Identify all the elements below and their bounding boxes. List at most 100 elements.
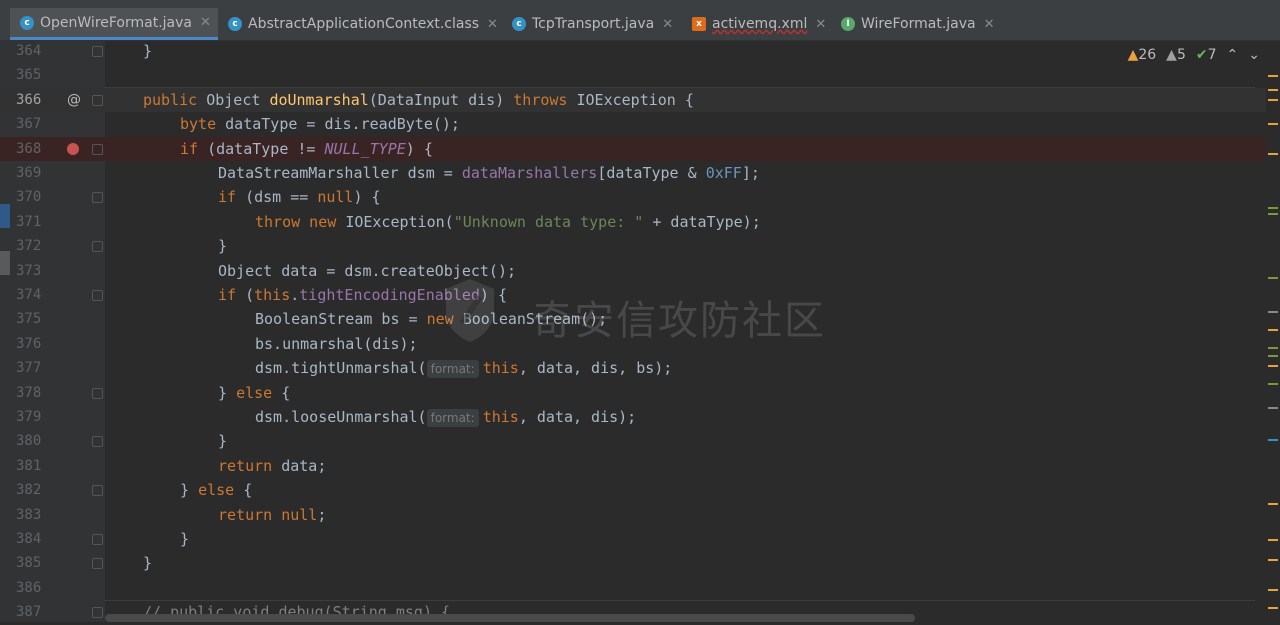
tab-wireformat[interactable]: I WireFormat.java ✕ bbox=[841, 8, 995, 40]
parameter-hint: format: bbox=[426, 360, 479, 379]
close-icon[interactable]: ✕ bbox=[487, 17, 498, 32]
fold-marker-icon[interactable] bbox=[92, 143, 103, 155]
close-icon[interactable]: ✕ bbox=[815, 17, 826, 32]
warning-mark[interactable] bbox=[1268, 589, 1278, 591]
line-number: 385 bbox=[16, 555, 42, 572]
tab-activemq-xml[interactable]: x activemq.xml ✕ bbox=[692, 8, 826, 40]
code-line: 379 dsm.looseUnmarshal(format: this, data… bbox=[0, 405, 1280, 429]
tab-tcptransport[interactable]: c TcpTransport.java ✕ bbox=[512, 8, 673, 40]
tab-label: TcpTransport.java bbox=[532, 16, 655, 32]
code-line: 384 } bbox=[0, 527, 1280, 551]
warning-mark[interactable] bbox=[1268, 99, 1278, 101]
info-mark[interactable] bbox=[1268, 355, 1278, 357]
warning-mark[interactable] bbox=[1268, 75, 1278, 77]
tab-label: activemq.xml bbox=[712, 16, 808, 32]
interface-icon: I bbox=[841, 17, 855, 31]
warning-mark[interactable] bbox=[1268, 503, 1278, 505]
line-number: 381 bbox=[16, 457, 42, 474]
tab-label: OpenWireFormat.java bbox=[40, 14, 192, 31]
fold-marker-icon[interactable] bbox=[92, 290, 103, 301]
code-line: 372 } bbox=[0, 234, 1280, 258]
line-text: public Object doUnmarshal(DataInput dis)… bbox=[143, 90, 694, 109]
close-icon[interactable]: ✕ bbox=[984, 17, 995, 32]
fold-marker-icon[interactable] bbox=[92, 534, 103, 545]
fold-marker-icon[interactable] bbox=[92, 241, 103, 253]
line-number: 369 bbox=[16, 165, 42, 181]
line-text: throw new IOException("Unknown data type… bbox=[255, 212, 761, 231]
fold-marker-icon[interactable] bbox=[92, 192, 103, 204]
warning-mark[interactable] bbox=[1268, 559, 1278, 561]
line-number: 377 bbox=[16, 360, 42, 377]
code-line: 371 throw new IOException("Unknown data … bbox=[0, 210, 1280, 234]
fold-marker-icon[interactable] bbox=[92, 485, 103, 497]
info-mark[interactable] bbox=[1268, 311, 1278, 313]
line-text: if (dsm == null) { bbox=[218, 188, 381, 207]
error-stripe[interactable] bbox=[1266, 41, 1280, 622]
warning-mark[interactable] bbox=[1268, 539, 1278, 541]
fold-marker-icon[interactable] bbox=[92, 558, 103, 570]
line-text: } bbox=[218, 432, 228, 451]
warning-mark[interactable] bbox=[1268, 607, 1278, 609]
line-text: if (dataType != NULL_TYPE) { bbox=[180, 139, 433, 158]
line-number: 380 bbox=[16, 433, 42, 450]
tab-label: WireFormat.java bbox=[861, 16, 976, 32]
line-number: 372 bbox=[16, 238, 42, 255]
warning-mark[interactable] bbox=[1268, 365, 1278, 367]
line-number: 384 bbox=[16, 531, 42, 547]
fold-marker-icon[interactable] bbox=[92, 436, 103, 448]
line-number: 379 bbox=[16, 409, 42, 425]
close-icon[interactable]: ✕ bbox=[200, 15, 211, 30]
warning-mark[interactable] bbox=[1268, 123, 1278, 125]
fold-marker-icon[interactable] bbox=[92, 46, 103, 57]
info-mark[interactable] bbox=[1268, 383, 1278, 385]
tab-openwireformat[interactable]: c OpenWireFormat.java ✕ bbox=[10, 8, 218, 40]
method-separator bbox=[105, 87, 1255, 88]
line-number: 365 bbox=[16, 67, 42, 84]
info-mark[interactable] bbox=[1268, 207, 1278, 209]
fold-marker-icon[interactable] bbox=[92, 387, 103, 399]
tab-abstractapplicationcontext[interactable]: c AbstractApplicationContext.class ✕ bbox=[226, 8, 498, 40]
fold-marker-icon[interactable] bbox=[92, 94, 103, 106]
close-icon[interactable]: ✕ bbox=[662, 17, 673, 32]
code-line: 373 Object data = dsm.createObject(); bbox=[0, 259, 1280, 283]
parameter-hint: format: bbox=[426, 409, 479, 427]
line-number: 383 bbox=[16, 506, 42, 523]
info-mark[interactable] bbox=[1268, 277, 1278, 279]
line-text: DataStreamMarshaller dsm = dataMarshalle… bbox=[218, 164, 760, 182]
line-number: 386 bbox=[16, 579, 42, 596]
code-line: 369 DataStreamMarshaller dsm = dataMarsh… bbox=[0, 161, 1280, 185]
warning-mark[interactable] bbox=[1268, 153, 1278, 155]
code-line: 383 return null; bbox=[0, 503, 1280, 527]
line-number: 368 bbox=[16, 140, 42, 157]
warning-mark[interactable] bbox=[1268, 329, 1278, 331]
line-number: 373 bbox=[16, 262, 42, 279]
info-mark[interactable] bbox=[1268, 213, 1278, 215]
shield-logo-icon bbox=[446, 279, 494, 342]
info-mark[interactable] bbox=[1268, 407, 1278, 409]
info-mark[interactable] bbox=[1268, 439, 1278, 441]
fold-marker-icon[interactable] bbox=[92, 607, 103, 619]
line-text: } bbox=[180, 530, 190, 548]
line-number: 370 bbox=[16, 189, 42, 206]
breakpoint-icon[interactable] bbox=[67, 142, 79, 155]
horizontal-scrollbar[interactable] bbox=[105, 614, 915, 622]
info-mark[interactable] bbox=[1268, 347, 1278, 349]
class-icon: c bbox=[20, 15, 34, 30]
code-line: 386 bbox=[0, 576, 1280, 600]
code-line: 382 } else { bbox=[0, 478, 1280, 502]
code-line: 365 bbox=[0, 63, 1280, 87]
warning-mark[interactable] bbox=[1268, 89, 1278, 91]
code-line: 368 if (dataType != NULL_TYPE) { bbox=[0, 136, 1280, 161]
line-number: 367 bbox=[16, 116, 42, 133]
line-number: 387 bbox=[16, 604, 42, 621]
editor-tab-bar: c OpenWireFormat.java ✕ c AbstractApplic… bbox=[0, 8, 1280, 41]
line-text: } else { bbox=[218, 383, 291, 402]
override-marker-icon[interactable]: @ bbox=[67, 88, 81, 112]
code-line: 366 @ public Object doUnmarshal(DataInpu… bbox=[0, 87, 1280, 113]
line-number: 378 bbox=[16, 384, 42, 401]
method-separator bbox=[105, 600, 1255, 601]
line-text: return data; bbox=[218, 456, 327, 475]
code-line: 370 if (dsm == null) { bbox=[0, 185, 1280, 209]
code-line: 385 } bbox=[0, 551, 1280, 575]
line-text: bs.unmarshal(dis); bbox=[255, 334, 418, 353]
